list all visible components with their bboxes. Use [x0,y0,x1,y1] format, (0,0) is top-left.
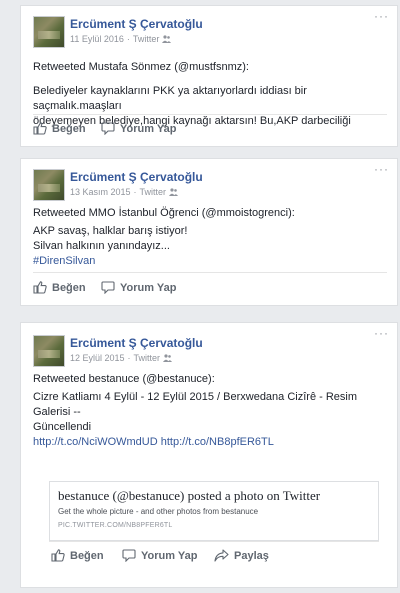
share-button[interactable]: Paylaş [214,549,269,562]
retweet-line: Retweeted bestanuce (@bestanuce): [33,373,215,385]
post-date[interactable]: 13 Kasım 2015 [70,187,131,197]
post-text-line: ödeyemeyen belediye,hangi kaynağı aktars… [33,115,351,127]
like-label: Beğen [52,122,86,135]
more-options-icon[interactable]: ··· [374,10,389,22]
share-icon [214,549,229,562]
tco-link[interactable]: http://t.co/NciWOWmdUD [33,436,158,448]
like-button[interactable]: Beğen [33,281,86,294]
more-options-icon[interactable]: ··· [374,327,389,339]
avatar[interactable] [33,16,65,48]
post-date[interactable]: 12 Eylül 2015 [70,353,125,363]
comment-label: Yorum Yap [120,281,177,294]
author-name[interactable]: Ercüment Ş Çervatoğlu [70,17,203,31]
like-label: Beğen [52,281,86,294]
avatar[interactable] [33,335,65,367]
retweet-line: Retweeted Mustafa Sönmez (@mustfsnmz): [33,61,249,73]
like-label: Beğen [70,549,104,562]
post-text-line: Güncellendi [33,421,92,433]
comment-icon [101,281,115,294]
post-links: http://t.co/NciWOWmdUD http://t.co/NB8pf… [33,435,387,450]
post-text: Belediyeler kaynaklarını PKK ya aktarıyo… [33,84,387,129]
avatar[interactable] [33,169,65,201]
friends-icon [162,35,172,43]
divider [33,114,387,115]
retweet-line: Retweeted MMO İstanbul Öğrenci (@mmoisto… [33,207,295,219]
link-preview-card[interactable]: bestanuce (@bestanuce) posted a photo on… [49,481,379,541]
tco-link[interactable]: http://t.co/NB8pfER6TL [161,436,274,448]
comment-button[interactable]: Yorum Yap [101,281,176,294]
author-name[interactable]: Ercüment Ş Çervatoğlu [70,170,203,184]
hashtag-link[interactable]: #DirenSilvan [33,254,387,269]
post-text: Cizre Katliamı 4 Eylül - 12 Eylül 2015 /… [33,390,387,450]
divider [33,272,387,273]
post-date[interactable]: 11 Eylül 2016 [70,34,124,44]
thumbs-up-icon [33,122,47,135]
post-card: Ercüment Ş Çervatoğlu 11 Eylül 2016 · Twit… [20,5,398,147]
comment-button[interactable]: Yorum Yap [122,549,197,562]
post-source: Twitter [132,34,160,44]
post-text-line: Cizre Katliamı 4 Eylül - 12 Eylül 2015 /… [33,391,358,418]
link-preview-description: Get the whole picture - and other photos… [58,507,259,516]
more-options-icon[interactable]: ··· [374,163,389,175]
comment-label: Yorum Yap [120,122,177,135]
thumbs-up-icon [33,281,47,294]
share-label: Paylaş [234,549,269,562]
post-text-line: AKP savaş, halklar barış istiyor! [33,225,188,237]
post-meta: 13 Kasım 2015 · Twitter [70,187,179,197]
like-button[interactable]: Beğen [33,122,86,135]
comment-icon [101,122,115,135]
post-card: Ercüment Ş Çervatoğlu 12 Eylül 2015 · Twit… [20,322,398,588]
post-meta: 12 Eylül 2015 · Twitter [70,353,173,363]
comment-button[interactable]: Yorum Yap [101,122,176,135]
post-meta: 11 Eylül 2016 · Twitter [70,34,172,44]
post-source: Twitter [139,187,167,197]
author-name[interactable]: Ercüment Ş Çervatoğlu [70,336,203,350]
link-preview-title[interactable]: bestanuce (@bestanuce) posted a photo on… [58,488,320,504]
post-text-line: Silvan halkının yanındayız... [33,240,170,252]
friends-icon [163,354,173,362]
thumbs-up-icon [51,549,65,562]
post-text-line: Belediyeler kaynaklarını PKK ya aktarıyo… [33,85,307,112]
comment-label: Yorum Yap [141,549,198,562]
post-card: Ercüment Ş Çervatoğlu 13 Kasım 2015 · Twit… [20,158,398,306]
like-button[interactable]: Beğen [51,549,104,562]
link-preview-url: PIC.TWITTER.COM/NB8PFER6TL [58,522,173,529]
friends-icon [169,188,179,196]
post-source: Twitter [133,353,161,363]
comment-icon [122,549,136,562]
post-text: AKP savaş, halklar barış istiyor! Silvan… [33,224,387,269]
